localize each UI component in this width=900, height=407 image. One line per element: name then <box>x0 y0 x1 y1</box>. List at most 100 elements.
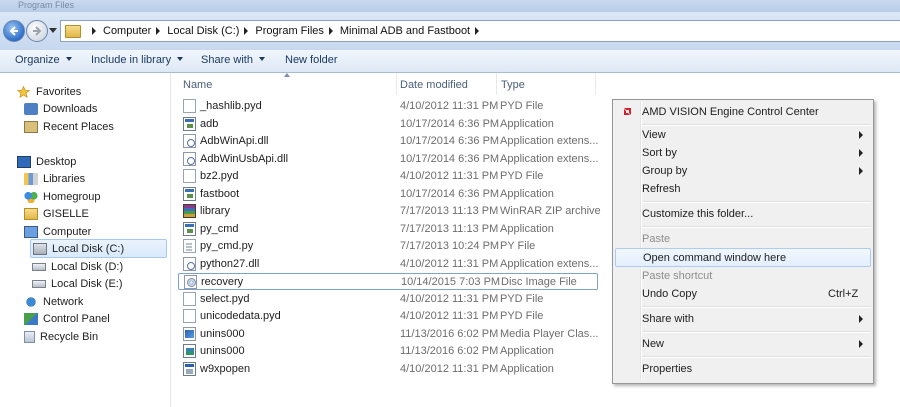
file-name[interactable]: AdbWinApi.dll <box>200 135 268 147</box>
file-date-modified: 7/17/2013 11:13 PM <box>400 205 499 217</box>
navigation-pane: Favorites Downloads Recent Places Deskto… <box>0 73 170 407</box>
menu-item-paste[interactable]: Paste <box>615 230 871 249</box>
file-type: Application <box>500 187 554 200</box>
menu-item-share-with[interactable]: Share with <box>615 310 871 329</box>
nav-local-disk-c[interactable]: Local Disk (C:) <box>30 239 167 258</box>
include-in-library-button[interactable]: Include in library <box>91 54 184 66</box>
breadcrumb-computer[interactable]: Computer <box>87 25 151 37</box>
file-type: Application <box>500 117 554 130</box>
nav-downloads[interactable]: Downloads <box>24 100 97 117</box>
file-row[interactable]: _hashlib.pyd 4/10/2012 11:31 PM PYD File <box>178 98 598 115</box>
file-name[interactable]: _hashlib.pyd <box>200 100 262 112</box>
address-bar[interactable]: Computer Local Disk (C:) Program Files M… <box>60 20 900 42</box>
dll-file-icon <box>183 134 196 148</box>
disc-file-icon <box>184 275 197 289</box>
pane-splitter[interactable] <box>170 73 171 407</box>
menu-item-new[interactable]: New <box>615 335 871 354</box>
menu-item-customize-folder[interactable]: Customize this folder... <box>615 205 871 224</box>
menu-item-amd-vision[interactable]: AMD VISION Engine Control Center <box>615 103 871 122</box>
nav-favorites[interactable]: Favorites <box>16 83 81 100</box>
organize-button[interactable]: Organize <box>15 54 72 66</box>
column-header-type[interactable]: Type <box>497 73 595 95</box>
file-name[interactable]: unins000 <box>200 345 245 357</box>
dll-file-icon <box>183 256 196 271</box>
menu-item-sort-by[interactable]: Sort by <box>615 144 871 163</box>
computer-icon <box>24 225 38 238</box>
back-arrow-icon <box>9 26 18 36</box>
rar-file-icon <box>183 204 196 218</box>
file-row[interactable]: select.pyd 4/10/2012 11:31 PM PYD File <box>178 291 598 308</box>
nav-user-giselle[interactable]: GISELLE <box>24 205 89 222</box>
breadcrumb-minimal-adb[interactable]: Minimal ADB and Fastboot <box>324 25 486 37</box>
app-file-icon <box>183 116 196 131</box>
file-name[interactable]: AdbWinUsbApi.dll <box>200 153 288 165</box>
nav-homegroup[interactable]: Homegroup <box>24 188 100 205</box>
menu-item-refresh[interactable]: Refresh <box>615 180 871 199</box>
file-row[interactable]: bz2.pyd 4/10/2012 11:31 PM PYD File <box>178 168 598 185</box>
file-row[interactable]: unins000 11/13/2016 6:02 PM Application <box>178 343 598 360</box>
file-name[interactable]: adb <box>200 118 218 130</box>
column-header-name[interactable]: Name <box>178 73 396 95</box>
file-name[interactable]: bz2.pyd <box>200 170 239 182</box>
file-type: PYD File <box>500 100 544 112</box>
drive-c-icon <box>33 242 47 255</box>
new-folder-button[interactable]: New folder <box>285 54 338 66</box>
nav-computer[interactable]: Computer <box>24 223 91 240</box>
nav-local-disk-e[interactable]: Local Disk (E:) <box>32 275 123 292</box>
file-row[interactable]: unins000 11/13/2016 6:02 PM Media Player C… <box>178 326 598 343</box>
recent-pages-dropdown[interactable] <box>49 28 57 33</box>
breadcrumb-local-disk-c[interactable]: Local Disk (C:) <box>151 25 239 37</box>
menu-item-open-command-window[interactable]: Open command window here <box>615 248 871 267</box>
nav-desktop[interactable]: Desktop <box>17 153 76 170</box>
setup-file-icon <box>183 344 196 358</box>
file-row[interactable]: py_cmd 7/17/2013 11:13 PM Application <box>178 221 598 238</box>
file-name[interactable]: python27.dll <box>200 258 259 270</box>
file-type: PYD File <box>500 170 544 182</box>
share-with-button[interactable]: Share with <box>201 54 265 66</box>
file-row[interactable]: python27.dll 4/10/2012 11:31 PM Applicatio… <box>178 256 598 273</box>
file-name[interactable]: unicodedata.pyd <box>200 310 281 322</box>
file-name[interactable]: w9xpopen <box>200 363 250 375</box>
back-button[interactable] <box>3 20 25 42</box>
nav-recent-places[interactable]: Recent Places <box>24 118 114 135</box>
file-row[interactable]: AdbWinApi.dll 10/17/2014 6:36 PM Applicati… <box>178 133 598 150</box>
breadcrumb-program-files[interactable]: Program Files <box>239 25 324 37</box>
nav-libraries[interactable]: Libraries <box>24 170 85 187</box>
file-name[interactable]: recovery <box>201 276 243 288</box>
menu-item-group-by[interactable]: Group by <box>615 162 871 181</box>
file-date-modified: 10/14/2015 7:03 PM <box>401 276 501 288</box>
menu-item-view[interactable]: View <box>615 126 871 145</box>
nav-recycle-bin[interactable]: Recycle Bin <box>24 328 98 345</box>
forward-button[interactable] <box>26 20 48 42</box>
nav-control-panel[interactable]: Control Panel <box>24 310 110 327</box>
file-row[interactable]: w9xpopen 4/10/2012 11:31 PM Application <box>178 361 598 378</box>
file-type: WinRAR ZIP archive <box>500 205 601 217</box>
file-name[interactable]: py_cmd.py <box>200 240 253 252</box>
address-row: Computer Local Disk (C:) Program Files M… <box>0 12 900 50</box>
column-header-date-modified[interactable]: Date modified <box>397 73 496 95</box>
file-type: Application <box>500 345 554 357</box>
file-row[interactable]: unicodedata.pyd 4/10/2012 11:31 PM PYD Fil… <box>178 308 598 325</box>
file-name[interactable]: unins000 <box>200 328 245 340</box>
file-name[interactable]: select.pyd <box>200 293 250 305</box>
file-row[interactable]: fastboot 10/17/2014 6:36 PM Application <box>178 186 598 203</box>
file-row[interactable]: AdbWinUsbApi.dll 10/17/2014 6:36 PM Applic… <box>178 151 598 168</box>
menu-item-paste-shortcut[interactable]: Paste shortcut <box>615 267 871 286</box>
file-name[interactable]: fastboot <box>200 188 239 200</box>
file-row[interactable]: py_cmd.py 7/17/2013 10:24 PM PY File <box>178 238 598 255</box>
file-name[interactable]: py_cmd <box>200 223 239 235</box>
file-name[interactable]: library <box>200 205 230 217</box>
nav-network[interactable]: Network <box>24 293 83 310</box>
menu-item-properties[interactable]: Properties <box>615 360 871 379</box>
column-divider[interactable] <box>595 73 596 95</box>
py-file-icon <box>183 239 196 253</box>
file-row[interactable]: recovery 10/14/2015 7:03 PM Disc Image Fil… <box>178 273 598 290</box>
nav-local-disk-d[interactable]: Local Disk (D:) <box>32 258 123 275</box>
file-date-modified: 7/17/2013 11:13 PM <box>400 222 499 235</box>
menu-item-undo-copy[interactable]: Undo Copy Ctrl+Z <box>615 285 871 304</box>
dropdown-arrow-icon <box>177 57 184 61</box>
dll-file-icon <box>183 151 196 166</box>
file-row[interactable]: adb 10/17/2014 6:36 PM Application <box>178 116 598 133</box>
file-row[interactable]: library 7/17/2013 11:13 PM WinRAR ZIP arch… <box>178 203 601 220</box>
file-date-modified: 7/17/2013 10:24 PM <box>400 240 500 252</box>
